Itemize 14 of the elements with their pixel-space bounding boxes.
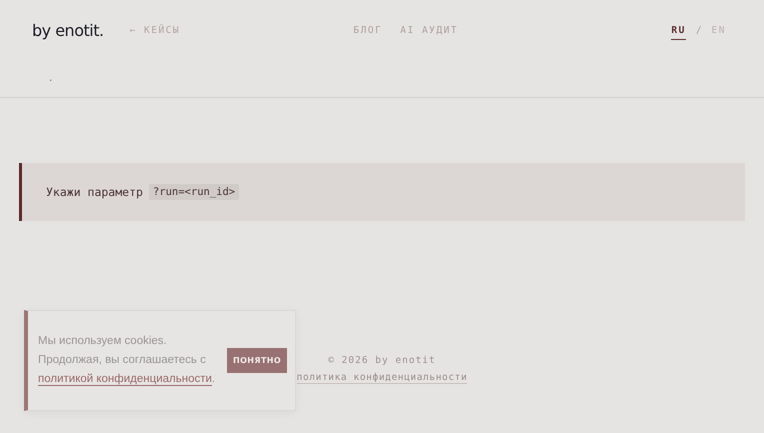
nav-link[interactable]: AI АУДИТ [400, 24, 458, 36]
privacy-link[interactable]: политика конфиденциальности [296, 372, 468, 384]
language-separator: / [696, 24, 702, 36]
code-snippet: ?run=<run_id> [148, 184, 240, 200]
notice-text: Укажи параметр [46, 185, 143, 199]
cookie-text: Мы используем cookies. Продолжая, вы соглашаетесь с политикой конфиденциальности. [38, 334, 216, 388]
copyright-text: © 2026 by enotit [328, 355, 436, 366]
back-link[interactable]: ← КЕЙСЫ [130, 24, 180, 36]
nav-link[interactable]: БЛОГ [353, 24, 382, 36]
logo[interactable]: by enotit. [32, 20, 104, 40]
accept-button[interactable]: ПОНЯТНО [227, 348, 288, 373]
privacy-link[interactable]: политикой конфиденциальности [38, 373, 212, 386]
language-link[interactable]: RU [671, 24, 686, 40]
breadcrumb: . [48, 74, 54, 84]
